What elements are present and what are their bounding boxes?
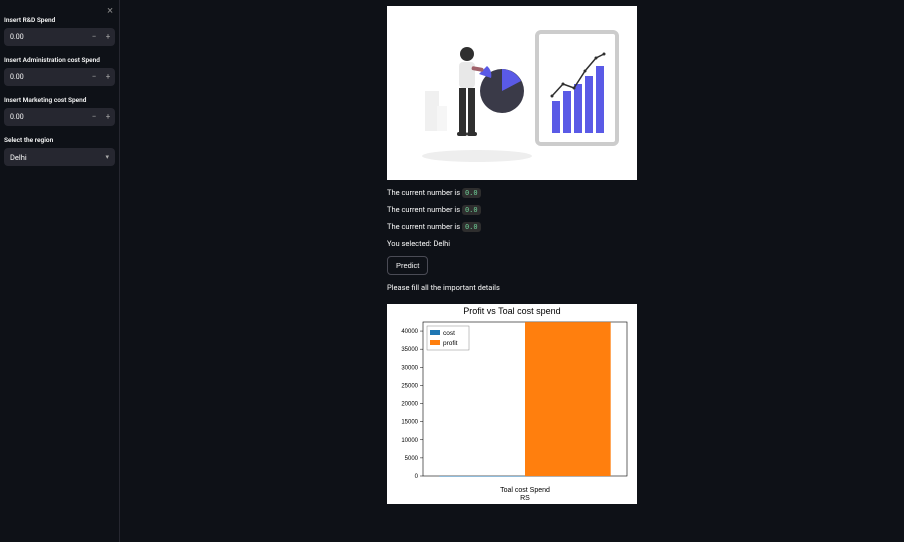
marketing-spend-decrement[interactable]: − <box>87 108 101 126</box>
field-label-marketing: Insert Marketing cost Spend <box>4 96 115 104</box>
rd-spend-value[interactable]: 0.00 <box>4 33 87 41</box>
field-label-rd: Insert R&D Spend <box>4 16 115 24</box>
field-label-admin: Insert Administration cost Spend <box>4 56 115 64</box>
admin-spend-value[interactable]: 0.00 <box>4 73 87 81</box>
svg-text:20000: 20000 <box>401 402 418 408</box>
svg-text:Toal cost Spend: Toal cost Spend <box>500 487 550 494</box>
region-select[interactable]: Delhi ▾ <box>4 148 115 166</box>
svg-text:10000: 10000 <box>401 438 418 444</box>
hero-illustration <box>387 6 637 180</box>
rd-spend-decrement[interactable]: − <box>87 28 101 46</box>
region-value: Delhi <box>10 153 27 162</box>
marketing-spend-increment[interactable]: + <box>101 108 115 126</box>
marketing-spend-input[interactable]: 0.00 − + <box>4 108 115 126</box>
chevron-down-icon: ▾ <box>105 153 109 161</box>
admin-spend-increment[interactable]: + <box>101 68 115 86</box>
rd-spend-input[interactable]: 0.00 − + <box>4 28 115 46</box>
sidebar: × Insert R&D Spend 0.00 − + Insert Admin… <box>0 0 120 542</box>
svg-text:profit: profit <box>443 340 458 347</box>
admin-spend-input[interactable]: 0.00 − + <box>4 68 115 86</box>
svg-text:40000: 40000 <box>401 329 418 335</box>
marketing-spend-value[interactable]: 0.00 <box>4 113 87 121</box>
warning-text: Please fill all the important details <box>387 283 637 292</box>
status-line-1: The current number is 0.0 <box>387 205 637 214</box>
status-line-2: The current number is 0.0 <box>387 222 637 231</box>
svg-text:15000: 15000 <box>401 420 418 426</box>
rd-spend-increment[interactable]: + <box>101 28 115 46</box>
main-content: The current number is 0.0 The current num… <box>120 0 904 542</box>
svg-text:25000: 25000 <box>401 383 418 389</box>
svg-text:cost: cost <box>443 330 455 337</box>
admin-spend-decrement[interactable]: − <box>87 68 101 86</box>
svg-text:Profit vs Toal cost spend: Profit vs Toal cost spend <box>463 306 560 316</box>
field-label-region: Select the region <box>4 136 115 144</box>
close-icon[interactable]: × <box>107 4 113 17</box>
profit-cost-chart: Profit vs Toal cost spend 0 5000 10000 15000… <box>387 304 637 504</box>
svg-text:RS: RS <box>520 495 530 502</box>
svg-text:0: 0 <box>415 474 419 480</box>
svg-text:5000: 5000 <box>405 456 419 462</box>
status-line-0: The current number is 0.0 <box>387 188 637 197</box>
selected-region-text: You selected: Delhi <box>387 239 637 248</box>
svg-text:30000: 30000 <box>401 365 418 371</box>
predict-button[interactable]: Predict <box>387 256 428 275</box>
svg-text:35000: 35000 <box>401 347 418 353</box>
